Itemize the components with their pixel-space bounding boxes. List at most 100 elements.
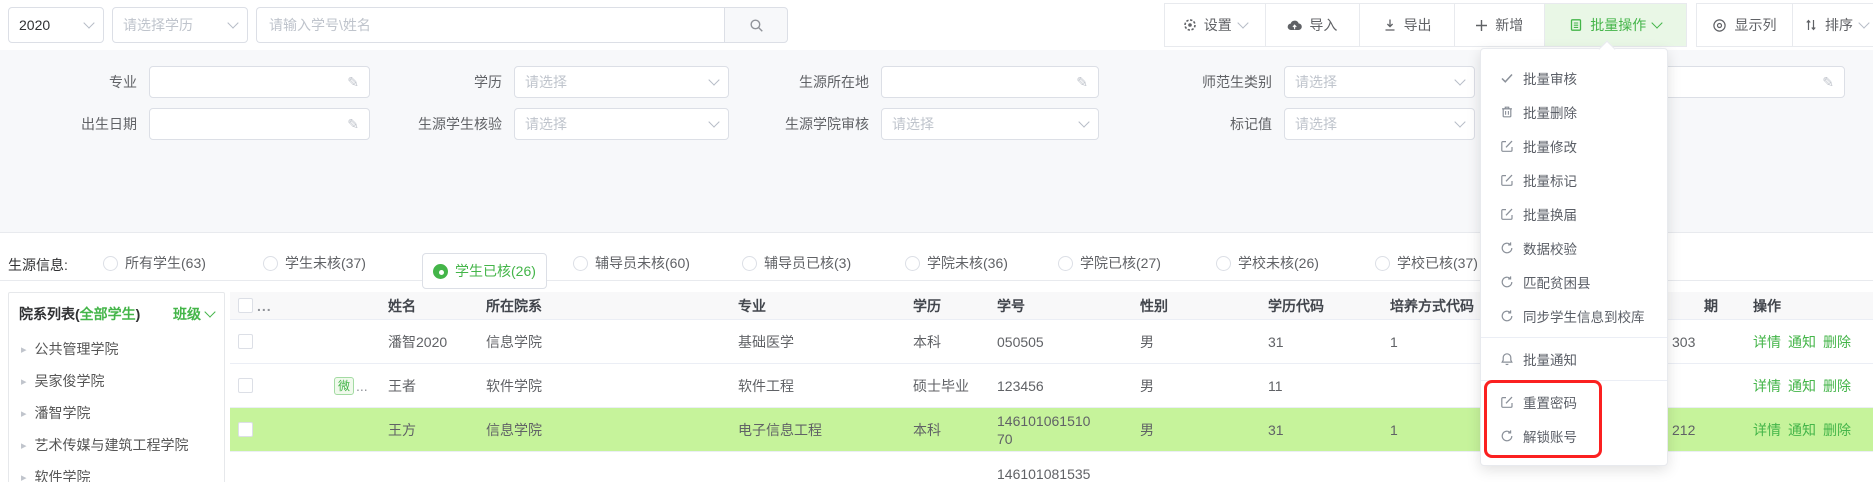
menu-item-sync-students[interactable]: 同步学生信息到校库 bbox=[1481, 299, 1667, 333]
row-checkbox[interactable] bbox=[238, 422, 253, 437]
detail-link[interactable]: 详情 bbox=[1753, 332, 1781, 352]
origin-input[interactable] bbox=[892, 73, 1076, 91]
degree-select[interactable]: 请选择学历 bbox=[112, 7, 248, 43]
menu-item-data-validate[interactable]: 数据校验 bbox=[1481, 231, 1667, 265]
row-checkbox[interactable] bbox=[238, 334, 253, 349]
menu-item-batch-transition[interactable]: 批量换届 bbox=[1481, 197, 1667, 231]
radio-counselor-checked[interactable]: 辅导员已核(3) bbox=[742, 253, 851, 273]
sidebar-item-dept[interactable]: ▸潘智学院 bbox=[9, 397, 224, 429]
filter-label-college-audit: 生源学院审核 bbox=[697, 108, 869, 140]
cell-name: 潘智2020 bbox=[384, 320, 474, 363]
cell-gender: 男 bbox=[1120, 320, 1230, 363]
menu-item-reset-password[interactable]: 重置密码 bbox=[1481, 385, 1667, 419]
menu-item-batch-notify[interactable]: 批量通知 bbox=[1481, 342, 1667, 376]
cell-sid: 123456 bbox=[985, 364, 1120, 407]
birthdate-input[interactable] bbox=[160, 115, 347, 133]
check-icon bbox=[1500, 71, 1514, 85]
radio-college-unchecked[interactable]: 学院未核(36) bbox=[905, 253, 1008, 273]
cell-gender bbox=[1120, 452, 1230, 482]
refresh-icon bbox=[1500, 429, 1514, 443]
chevron-down-icon bbox=[1237, 17, 1248, 28]
add-button[interactable]: 新增 bbox=[1454, 4, 1544, 46]
refresh-icon bbox=[1500, 309, 1514, 323]
chevron-down-icon bbox=[1652, 17, 1663, 28]
cell-major: 软件工程 bbox=[730, 364, 905, 407]
notify-link[interactable]: 通知 bbox=[1788, 332, 1816, 352]
chevron-down-icon bbox=[1454, 116, 1465, 127]
menu-item-batch-delete[interactable]: 批量删除 bbox=[1481, 95, 1667, 129]
delete-link[interactable]: 删除 bbox=[1823, 332, 1851, 352]
radio-student-unchecked[interactable]: 学生未核(37) bbox=[263, 253, 366, 273]
detail-link[interactable]: 详情 bbox=[1753, 376, 1781, 396]
header-gender: 性别 bbox=[1120, 292, 1230, 319]
menu-item-batch-mark[interactable]: 批量标记 bbox=[1481, 163, 1667, 197]
search-input[interactable] bbox=[256, 7, 724, 43]
radio-counselor-unchecked[interactable]: 辅导员未核(60) bbox=[573, 253, 690, 273]
refresh-icon bbox=[1500, 241, 1514, 255]
cell-degree-code: 31 bbox=[1230, 408, 1345, 451]
sort-button[interactable]: 排序 bbox=[1792, 4, 1873, 46]
badge-more: ... bbox=[356, 378, 368, 394]
cell-dept: 信息学院 bbox=[474, 320, 730, 363]
search-button[interactable] bbox=[724, 7, 788, 43]
plus-icon bbox=[1475, 19, 1488, 32]
sidebar-item-dept[interactable]: ▸艺术传媒与建筑工程学院 bbox=[9, 429, 224, 461]
menu-item-match-poverty-county[interactable]: 匹配贫困县 bbox=[1481, 265, 1667, 299]
degree-select-placeholder: 请选择学历 bbox=[123, 15, 193, 35]
radio-student-checked[interactable]: 学生已核(26) bbox=[422, 253, 547, 289]
notify-link[interactable]: 通知 bbox=[1788, 376, 1816, 396]
filter-label-mark-value: 标记值 bbox=[1080, 108, 1272, 140]
notify-link[interactable]: 通知 bbox=[1788, 420, 1816, 440]
college-audit-select[interactable]: 请选择 bbox=[881, 108, 1099, 140]
radio-all-students[interactable]: 所有学生(63) bbox=[103, 253, 206, 273]
radio-icon bbox=[573, 256, 588, 271]
select-all-checkbox[interactable] bbox=[238, 298, 253, 313]
export-button[interactable]: 导出 bbox=[1359, 4, 1454, 46]
toolbar-button-group: 设置 导入 导出 新增 批量操作 bbox=[1164, 3, 1687, 47]
class-toggle[interactable]: 班级 bbox=[173, 304, 214, 324]
radio-school-unchecked[interactable]: 学校未核(26) bbox=[1216, 253, 1319, 273]
show-columns-label: 显示列 bbox=[1734, 15, 1776, 35]
show-columns-button[interactable]: 显示列 bbox=[1697, 4, 1792, 46]
normal-type-select[interactable]: 请选择 bbox=[1284, 66, 1475, 98]
menu-item-batch-audit[interactable]: 批量审核 bbox=[1481, 61, 1667, 95]
header-sid: 学号 bbox=[985, 292, 1120, 319]
import-button[interactable]: 导入 bbox=[1265, 4, 1360, 46]
cell-ops: 详情通知删除 bbox=[1745, 408, 1873, 451]
delete-link[interactable]: 删除 bbox=[1823, 420, 1851, 440]
row-checkbox[interactable] bbox=[238, 378, 253, 393]
radio-icon bbox=[1375, 256, 1390, 271]
caret-right-icon: ▸ bbox=[21, 343, 27, 356]
sidebar-item-dept[interactable]: ▸吴家俊学院 bbox=[9, 365, 224, 397]
cell-gender: 男 bbox=[1120, 408, 1230, 451]
filter-label-student-check: 生源学生核验 bbox=[357, 108, 502, 140]
settings-label: 设置 bbox=[1204, 15, 1232, 35]
batch-actions-label: 批量操作 bbox=[1590, 15, 1646, 35]
badge-cell bbox=[320, 452, 384, 482]
row-select-cell bbox=[230, 364, 320, 407]
cell-degree-code: 31 bbox=[1230, 320, 1345, 363]
radio-school-checked[interactable]: 学校已核(37) bbox=[1375, 253, 1478, 273]
radio-college-checked[interactable]: 学院已核(27) bbox=[1058, 253, 1161, 273]
menu-item-unlock-account[interactable]: 解锁账号 bbox=[1481, 419, 1667, 453]
caret-right-icon: ▸ bbox=[21, 375, 27, 388]
radio-icon bbox=[905, 256, 920, 271]
sidebar-item-dept[interactable]: ▸软件学院 bbox=[9, 461, 224, 482]
row-select-cell bbox=[230, 320, 320, 363]
settings-button[interactable]: 设置 bbox=[1165, 4, 1265, 46]
header-date: 期 bbox=[1668, 292, 1745, 319]
origin-field: ✎ bbox=[881, 66, 1099, 98]
row-select-cell bbox=[230, 452, 320, 482]
mark-value-select[interactable]: 请选择 bbox=[1284, 108, 1475, 140]
header-major: 专业 bbox=[730, 292, 905, 319]
delete-link[interactable]: 删除 bbox=[1823, 376, 1851, 396]
trash-icon bbox=[1500, 105, 1514, 119]
major-input[interactable] bbox=[160, 73, 347, 91]
batch-actions-button[interactable]: 批量操作 bbox=[1544, 4, 1686, 46]
sidebar-item-dept[interactable]: ▸公共管理学院 bbox=[9, 333, 224, 365]
menu-item-batch-edit[interactable]: 批量修改 bbox=[1481, 129, 1667, 163]
bell-icon bbox=[1500, 352, 1514, 366]
detail-link[interactable]: 详情 bbox=[1753, 420, 1781, 440]
year-select[interactable]: 2020 bbox=[8, 7, 104, 43]
cell-dept bbox=[474, 452, 730, 482]
